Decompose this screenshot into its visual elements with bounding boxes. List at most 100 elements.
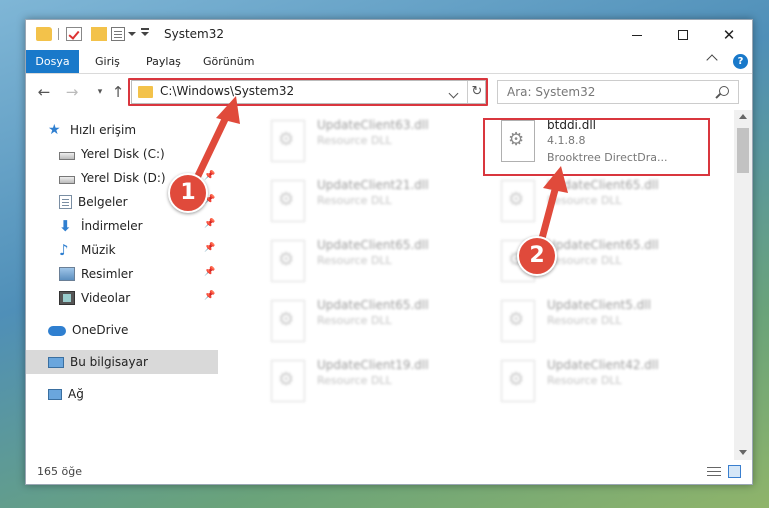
details-view-icon[interactable] bbox=[707, 466, 721, 477]
scroll-up-arrow-icon[interactable] bbox=[739, 114, 747, 119]
search-placeholder[interactable]: Ara: System32 bbox=[507, 85, 595, 99]
star-icon: ★ bbox=[48, 122, 61, 138]
file-type: Resource DLL bbox=[317, 374, 392, 387]
file-list: UpdateClient63.dll Resource DLL UpdateCl… bbox=[219, 110, 734, 460]
properties-icon[interactable] bbox=[111, 27, 125, 41]
minimize-button[interactable] bbox=[614, 20, 660, 50]
pin-icon[interactable]: 📌 bbox=[204, 172, 215, 181]
sidebar-item-label: İndirmeler bbox=[81, 219, 143, 233]
file-name: btddi.dll bbox=[547, 118, 596, 132]
disk-icon bbox=[59, 175, 75, 184]
file-type: Resource DLL bbox=[317, 254, 392, 267]
file-type: Resource DLL bbox=[547, 254, 622, 267]
file-description: Brooktree DirectDra... bbox=[547, 151, 668, 164]
address-dropdown-chevron-icon[interactable] bbox=[448, 88, 459, 99]
item-count: 165 öğe bbox=[37, 465, 82, 478]
pin-icon[interactable]: 📌 bbox=[204, 268, 215, 277]
pictures-icon bbox=[59, 267, 75, 281]
status-bar: 165 öğe bbox=[26, 460, 752, 484]
ribbon-tabs: Dosya Giriş Paylaş Görünüm ? bbox=[26, 50, 752, 74]
recent-locations-icon[interactable]: ▾ bbox=[91, 83, 109, 101]
address-path[interactable]: C:\Windows\System32 bbox=[160, 84, 294, 98]
sidebar-item-videos[interactable]: Videolar 📌 bbox=[26, 286, 218, 310]
sidebar-item-pictures[interactable]: Resimler 📌 bbox=[26, 262, 218, 286]
navigation-bar: ← → ▾ ↑ C:\Windows\System32 ↻ Ara: Syste… bbox=[26, 74, 752, 110]
address-bar[interactable]: C:\Windows\System32 ↻ bbox=[131, 80, 486, 104]
sidebar-item-music[interactable]: ♪ Müzik 📌 bbox=[26, 238, 218, 262]
list-item[interactable]: UpdateClient65.dll Resource DLL bbox=[257, 294, 483, 352]
up-arrow-icon[interactable]: ↑ bbox=[109, 83, 127, 101]
sidebar-item-label: Yerel Disk (D:) bbox=[81, 171, 166, 185]
sidebar-item-downloads[interactable]: ⬇ İndirmeler 📌 bbox=[26, 214, 218, 238]
search-icon[interactable] bbox=[719, 86, 729, 96]
sidebar-item-label: Bu bilgisayar bbox=[70, 355, 148, 369]
dll-file-icon bbox=[271, 360, 305, 402]
file-type: Resource DLL bbox=[547, 314, 622, 327]
scroll-down-arrow-icon[interactable] bbox=[739, 450, 747, 455]
title-bar: System32 ✕ bbox=[26, 20, 752, 50]
minimize-icon bbox=[632, 34, 642, 36]
expand-ribbon-chevron-icon[interactable] bbox=[706, 54, 718, 66]
help-icon[interactable]: ? bbox=[733, 54, 748, 69]
list-item[interactable]: UpdateClient21.dll Resource DLL bbox=[257, 174, 483, 232]
large-icons-view-icon[interactable] bbox=[728, 465, 741, 478]
documents-icon bbox=[59, 195, 72, 209]
sidebar-item-this-pc[interactable]: Bu bilgisayar bbox=[26, 350, 218, 374]
properties-check-icon[interactable] bbox=[66, 27, 82, 41]
refresh-icon[interactable]: ↻ bbox=[467, 81, 486, 103]
file-version: 4.1.8.8 bbox=[547, 134, 586, 147]
sidebar-item-quick-access[interactable]: ★ Hızlı erişim bbox=[26, 118, 218, 142]
quick-access-dropdown-icon[interactable] bbox=[128, 32, 136, 36]
dll-file-icon bbox=[271, 240, 305, 282]
vertical-scrollbar[interactable] bbox=[734, 110, 752, 460]
list-item[interactable]: UpdateClient63.dll Resource DLL bbox=[257, 114, 483, 172]
tab-file[interactable]: Dosya bbox=[26, 50, 79, 73]
dll-file-icon bbox=[501, 300, 535, 342]
tab-view[interactable]: Görünüm bbox=[203, 50, 254, 73]
sidebar-item-local-disk-c[interactable]: Yerel Disk (C:) bbox=[26, 142, 218, 166]
new-folder-icon[interactable] bbox=[91, 27, 107, 41]
music-icon: ♪ bbox=[59, 241, 69, 259]
sidebar-item-label: Yerel Disk (C:) bbox=[81, 147, 165, 161]
file-explorer-window: System32 ✕ Dosya Giriş Paylaş Görünüm ? … bbox=[25, 19, 753, 485]
back-arrow-icon[interactable]: ← bbox=[35, 83, 53, 101]
dll-file-icon bbox=[271, 180, 305, 222]
pin-icon[interactable]: 📌 bbox=[204, 292, 215, 301]
pin-icon[interactable]: 📌 bbox=[204, 220, 215, 229]
sidebar-item-onedrive[interactable]: OneDrive bbox=[26, 318, 218, 342]
tab-home[interactable]: Giriş bbox=[95, 50, 120, 73]
list-item[interactable]: UpdateClient65.dll Resource DLL bbox=[487, 174, 713, 232]
dll-file-icon bbox=[501, 180, 535, 222]
search-box[interactable]: Ara: System32 bbox=[497, 80, 739, 104]
file-name: UpdateClient65.dll bbox=[317, 298, 429, 312]
close-button[interactable]: ✕ bbox=[706, 20, 752, 50]
list-item[interactable]: UpdateClient42.dll Resource DLL bbox=[487, 354, 713, 412]
file-name: UpdateClient65.dll bbox=[547, 178, 659, 192]
sidebar-item-label: Belgeler bbox=[78, 195, 128, 209]
list-item[interactable]: UpdateClient65.dll Resource DLL bbox=[257, 234, 483, 292]
folder-icon bbox=[138, 86, 153, 98]
scrollbar-thumb[interactable] bbox=[737, 128, 749, 173]
downloads-icon: ⬇ bbox=[59, 217, 72, 235]
sidebar-item-network[interactable]: Ağ bbox=[26, 382, 218, 406]
callout-badge-2: 2 bbox=[517, 236, 557, 276]
dll-file-icon bbox=[501, 360, 535, 402]
file-name: UpdateClient5.dll bbox=[547, 298, 651, 312]
file-name: UpdateClient65.dll bbox=[547, 238, 659, 252]
sidebar-item-label: OneDrive bbox=[72, 323, 129, 337]
dll-file-icon bbox=[501, 120, 535, 162]
maximize-button[interactable] bbox=[660, 20, 706, 50]
pin-icon[interactable]: 📌 bbox=[204, 244, 215, 253]
forward-arrow-icon[interactable]: → bbox=[63, 83, 81, 101]
list-item[interactable]: UpdateClient19.dll Resource DLL bbox=[257, 354, 483, 412]
list-item[interactable]: UpdateClient5.dll Resource DLL bbox=[487, 294, 713, 352]
file-type: Resource DLL bbox=[547, 374, 622, 387]
sidebar-item-label: Videolar bbox=[81, 291, 131, 305]
customize-toolbar-icon[interactable] bbox=[141, 28, 149, 36]
list-item-btddi-dll[interactable]: btddi.dll 4.1.8.8 Brooktree DirectDra... bbox=[487, 114, 713, 172]
dll-file-icon bbox=[271, 300, 305, 342]
file-type: Resource DLL bbox=[317, 194, 392, 207]
tab-share[interactable]: Paylaş bbox=[146, 50, 181, 73]
onedrive-icon bbox=[48, 326, 66, 336]
file-type: Resource DLL bbox=[547, 194, 622, 207]
